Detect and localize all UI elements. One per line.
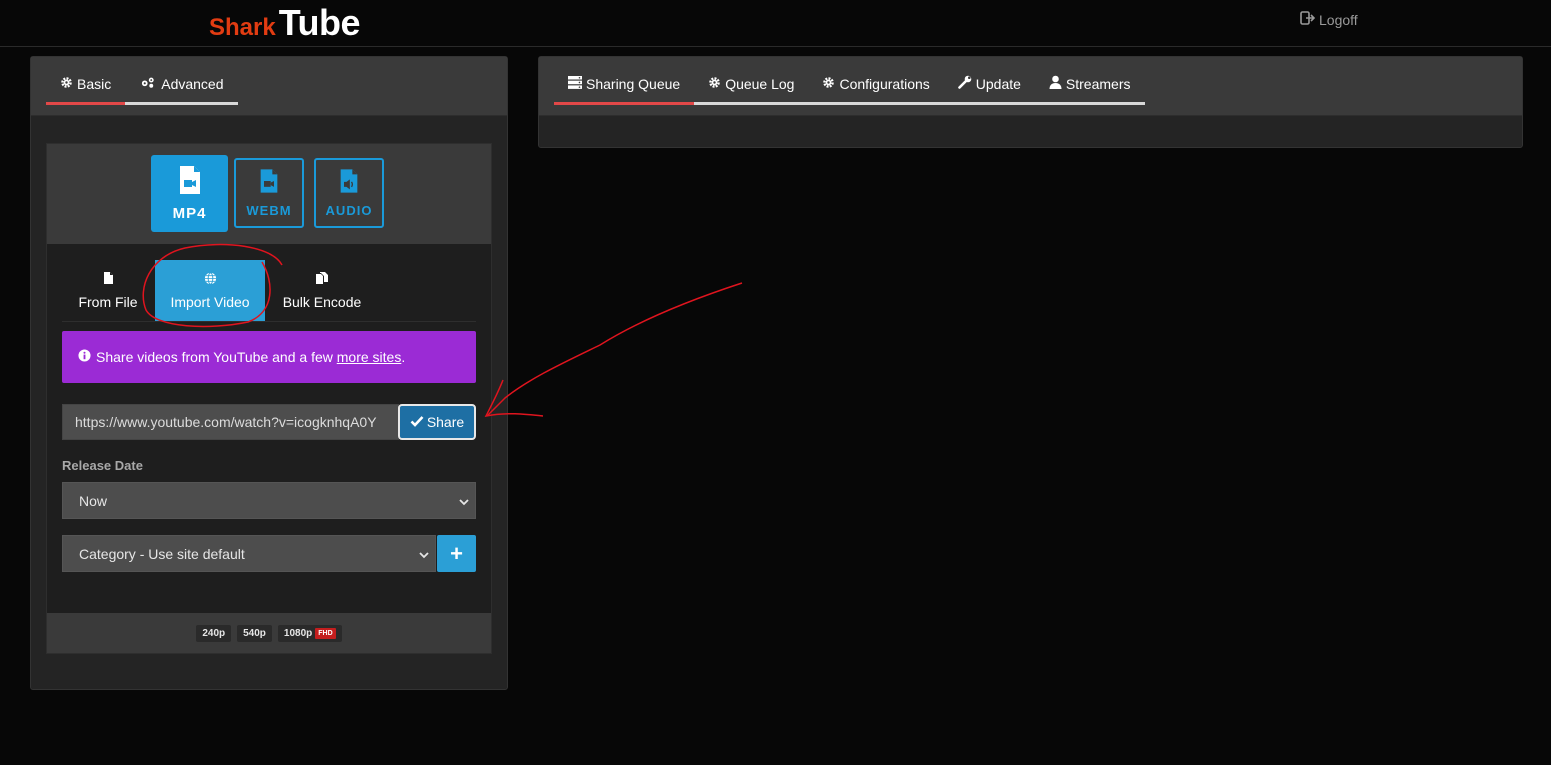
red-arrow-annotation — [486, 282, 743, 417]
format-mp4-button[interactable]: MP4 — [151, 155, 228, 232]
format-selector: MP4 WEBM AUDIO — [47, 144, 491, 244]
add-category-button[interactable]: + — [437, 535, 476, 572]
chevron-down-icon — [419, 546, 429, 562]
tab-basic[interactable]: Basic — [46, 76, 126, 105]
gear-icon — [822, 76, 835, 92]
info-circle-icon — [78, 349, 91, 365]
info-message: Share videos from YouTube and a few — [96, 349, 337, 365]
tab-advanced-label: Advanced — [161, 76, 224, 92]
tab-update-label: Update — [975, 75, 1021, 92]
tab-sharing-queue-label: Sharing Queue — [586, 75, 681, 92]
more-sites-link[interactable]: more sites — [337, 349, 402, 365]
sign-out-icon — [1300, 11, 1316, 28]
upload-panel: Basic Advanced MP4 WEBM AUDIO From File … — [30, 56, 508, 690]
format-mp4-label: MP4 — [172, 205, 207, 222]
resolution-1080p: 1080p — [283, 627, 313, 639]
audio-file-icon — [339, 168, 359, 197]
files-icon — [315, 271, 329, 288]
video-file-icon — [178, 165, 202, 199]
tab-configurations-label: Configurations — [839, 75, 930, 92]
resolution-badge: 240p — [196, 624, 232, 642]
tab-queue-log-label: Queue Log — [725, 75, 795, 92]
format-webm-label: WEBM — [246, 203, 292, 218]
release-date-select[interactable]: Now — [62, 482, 476, 519]
tab-basic-label: Basic — [77, 76, 112, 92]
release-date-label: Release Date — [62, 458, 143, 473]
chevron-down-icon — [459, 493, 469, 509]
tab-from-file[interactable]: From File — [62, 260, 154, 321]
gear-icon — [60, 76, 73, 92]
globe-icon — [204, 271, 217, 288]
tab-streamers-label: Streamers — [1065, 75, 1131, 92]
logoff-link[interactable]: Logoff — [1300, 11, 1358, 28]
info-alert: Share videos from YouTube and a few more… — [62, 331, 476, 383]
check-icon — [410, 414, 424, 430]
resolution-badge: 1080p FHD — [277, 624, 342, 642]
logo-tube: Tube — [278, 2, 361, 43]
resolution-240p: 240p — [202, 627, 226, 639]
tab-import-video[interactable]: Import Video — [155, 260, 265, 321]
fhd-badge: FHD — [315, 627, 336, 639]
release-date-value: Now — [79, 492, 108, 509]
queue-panel: Sharing Queue Queue Log Configurations U… — [538, 56, 1523, 148]
logoff-label: Logoff — [1319, 11, 1358, 28]
tab-queue-log[interactable]: Queue Log — [694, 75, 808, 102]
logo-shark: Shark — [209, 14, 276, 41]
info-suffix: . — [401, 349, 406, 365]
user-icon — [1049, 75, 1062, 92]
tab-streamers[interactable]: Streamers — [1035, 75, 1145, 102]
share-button[interactable]: Share — [398, 404, 476, 440]
gears-icon — [139, 76, 157, 92]
resolution-list: 240p 540p 1080p FHD — [47, 613, 491, 653]
tab-advanced[interactable]: Advanced — [125, 76, 237, 102]
category-select[interactable]: Category - Use site default — [62, 535, 436, 572]
format-webm-button[interactable]: WEBM — [234, 158, 304, 228]
queue-tabs: Sharing Queue Queue Log Configurations U… — [554, 75, 1145, 105]
format-audio-button[interactable]: AUDIO — [314, 158, 384, 228]
source-tabs: From File Import Video Bulk Encode — [62, 260, 476, 322]
upload-tabs: Basic Advanced — [46, 76, 238, 105]
tab-configurations[interactable]: Configurations — [808, 75, 943, 102]
video-url-input[interactable] — [62, 404, 399, 440]
gear-icon — [708, 76, 721, 92]
upload-panel-header: Basic Advanced — [31, 57, 507, 116]
file-icon — [103, 271, 114, 288]
tab-sharing-queue[interactable]: Sharing Queue — [554, 75, 695, 105]
share-button-label: Share — [426, 414, 465, 430]
resolution-540p: 540p — [243, 627, 266, 639]
logo[interactable]: SharkTube — [209, 2, 361, 44]
tab-from-file-label: From File — [78, 294, 138, 310]
server-icon — [568, 75, 582, 92]
tab-update[interactable]: Update — [944, 75, 1035, 102]
video-file-icon — [259, 168, 279, 197]
resolution-badge: 540p — [237, 624, 272, 642]
queue-panel-header: Sharing Queue Queue Log Configurations U… — [539, 57, 1522, 116]
category-value: Category - Use site default — [79, 545, 245, 562]
top-bar: SharkTube Logoff — [0, 0, 1551, 47]
tab-bulk-encode-label: Bulk Encode — [282, 294, 362, 310]
tab-import-video-label: Import Video — [170, 293, 250, 310]
tab-bulk-encode[interactable]: Bulk Encode — [272, 260, 372, 321]
wrench-icon — [957, 75, 972, 92]
info-text: Share videos from YouTube and a few more… — [96, 349, 405, 365]
upload-form-card: MP4 WEBM AUDIO From File Import Video Bu… — [46, 143, 492, 654]
format-audio-label: AUDIO — [325, 203, 373, 218]
